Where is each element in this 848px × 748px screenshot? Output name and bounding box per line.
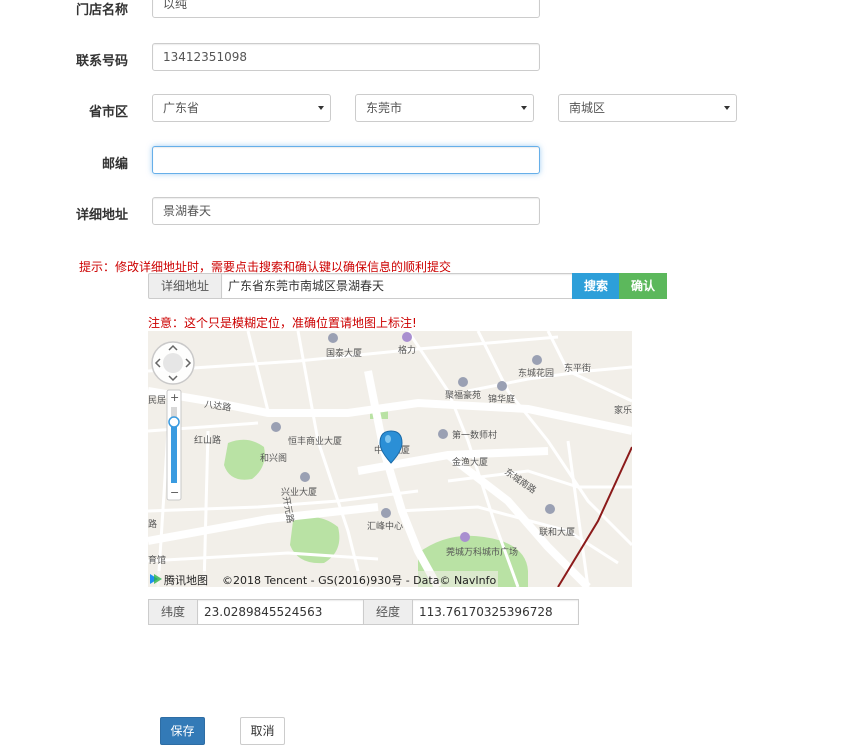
poi-label: 莞城万科城市广场 [446,546,518,558]
save-button[interactable]: 保存 [160,717,205,745]
zoom-out-icon: − [170,486,179,499]
poi-label: 格力 [398,344,416,356]
poi-label: 汇峰中心 [367,520,403,532]
map-attribution: ©2018 Tencent - GS(2016)930号 - Data© Nav… [222,574,497,587]
province-value: 广东省 [163,101,200,115]
poi-label: 国泰大厦 [326,347,362,359]
poi-label: 育馆 [148,554,166,566]
pan-control-icon[interactable] [151,341,195,385]
map-attribution-logo: 腾讯地图 [164,573,208,587]
search-addon: 详细地址 [148,273,222,299]
map-search-input[interactable]: 广东省东莞市南城区景湖春天 [221,273,573,299]
city-select[interactable]: 东莞市 [355,94,534,122]
longitude-label: 经度 [363,599,413,625]
address-input[interactable]: 景湖春天 [152,197,540,225]
road-label: 路 [148,518,157,530]
poi-label: 恒丰商业大厦 [288,435,342,447]
region-label: 省市区 [88,105,128,120]
zoom-slider-handle [168,416,180,428]
district-value: 南城区 [569,101,606,115]
store-name-input[interactable]: 以纯 [152,0,540,18]
latitude-input[interactable]: 23.0289845524563 [197,599,364,625]
chevron-down-icon [724,106,730,110]
confirm-button[interactable]: 确认 [619,273,667,299]
zoom-control[interactable]: + − [166,389,182,501]
poi-label: 联和大厦 [539,526,575,538]
longitude-input[interactable]: 113.76170325396728 [412,599,579,625]
map-canvas[interactable]: 八达路 红山路 东城南路 开元路 路 国泰大厦 格力 东城花园 东平街 家乐 民… [148,331,632,587]
store-name-label: 门店名称 [75,3,128,18]
latitude-label: 纬度 [148,599,198,625]
poi-label: 民居 [148,395,166,406]
phone-label: 联系号码 [75,54,128,69]
poi-label: 东平街 [564,362,591,374]
cancel-button[interactable]: 取消 [240,717,285,745]
poi-label: 和兴阁 [260,452,287,464]
poi-label: 东城花园 [518,367,554,379]
zip-input[interactable] [152,146,540,174]
city-value: 东莞市 [366,101,403,115]
search-button[interactable]: 搜索 [572,273,620,299]
province-select[interactable]: 广东省 [152,94,331,122]
district-select[interactable]: 南城区 [558,94,737,122]
zoom-in-icon: + [170,391,179,404]
poi-label: 聚福豪苑 [445,389,481,401]
address-label: 详细地址 [75,208,128,223]
poi-label: 锦华庭 [488,393,515,405]
poi-label: 兴业大厦 [281,486,317,498]
zip-label: 邮编 [101,157,128,172]
poi-label: 金渔大厦 [452,456,488,468]
map-view[interactable]: 八达路 红山路 东城南路 开元路 路 国泰大厦 格力 东城花园 东平街 家乐 民… [148,331,632,587]
poi-label: 第一数师村 [452,429,497,441]
chevron-down-icon [318,106,324,110]
chevron-down-icon [521,106,527,110]
poi-label: 家乐 [614,404,632,416]
phone-input[interactable]: 13412351098 [152,43,540,71]
location-notice: 注意：这个只是模糊定位，准确位置请地图上标注! [148,316,417,330]
road-label: 红山路 [194,434,221,446]
